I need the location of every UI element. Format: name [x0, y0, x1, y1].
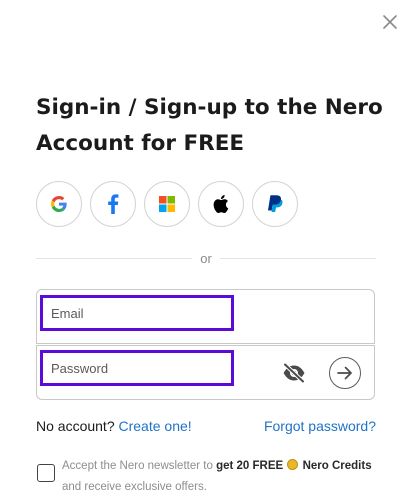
email-field-container — [36, 289, 375, 344]
microsoft-login-button[interactable] — [144, 181, 190, 227]
divider-line-right — [220, 258, 376, 259]
microsoft-icon — [159, 196, 175, 212]
paypal-login-button[interactable] — [252, 181, 298, 227]
google-icon — [51, 196, 67, 212]
facebook-login-button[interactable] — [90, 181, 136, 227]
close-button[interactable] — [380, 12, 400, 32]
eye-slash-icon — [283, 363, 305, 383]
newsletter-checkbox[interactable] — [37, 464, 55, 482]
social-login-row — [36, 181, 298, 227]
google-login-button[interactable] — [36, 181, 82, 227]
facebook-icon — [108, 194, 119, 214]
coin-icon — [287, 459, 299, 470]
newsletter-text-after: and receive exclusive offers. — [62, 481, 207, 493]
newsletter-credits: Nero Credits — [302, 460, 372, 472]
close-icon — [383, 15, 397, 29]
email-highlight — [40, 295, 234, 331]
newsletter-text: Accept the Nero newsletter to get 20 FRE… — [62, 456, 378, 498]
no-account-label: No account? — [36, 418, 115, 434]
newsletter-text-before: Accept the Nero newsletter to — [62, 460, 217, 472]
email-input[interactable] — [43, 298, 231, 328]
paypal-icon — [267, 195, 282, 212]
password-field-container — [36, 345, 375, 400]
submit-button[interactable] — [329, 357, 361, 389]
or-divider: or — [36, 250, 376, 268]
forgot-password-link[interactable]: Forgot password? — [264, 418, 376, 434]
account-links-row: No account? Create one! Forgot password? — [36, 418, 376, 438]
newsletter-offer: get 20 FREE — [216, 460, 284, 472]
apple-icon — [213, 195, 229, 213]
dialog-title: Sign-in / Sign-up to the Nero Account fo… — [36, 95, 383, 156]
no-account-text: No account? Create one! — [36, 418, 192, 434]
create-account-link[interactable]: Create one! — [119, 418, 192, 434]
arrow-right-icon — [337, 366, 352, 380]
password-highlight — [40, 350, 234, 386]
toggle-password-visibility-button[interactable] — [281, 362, 307, 384]
apple-login-button[interactable] — [198, 181, 244, 227]
divider-label: or — [200, 251, 212, 266]
password-input[interactable] — [43, 353, 231, 383]
divider-line-left — [36, 258, 192, 259]
